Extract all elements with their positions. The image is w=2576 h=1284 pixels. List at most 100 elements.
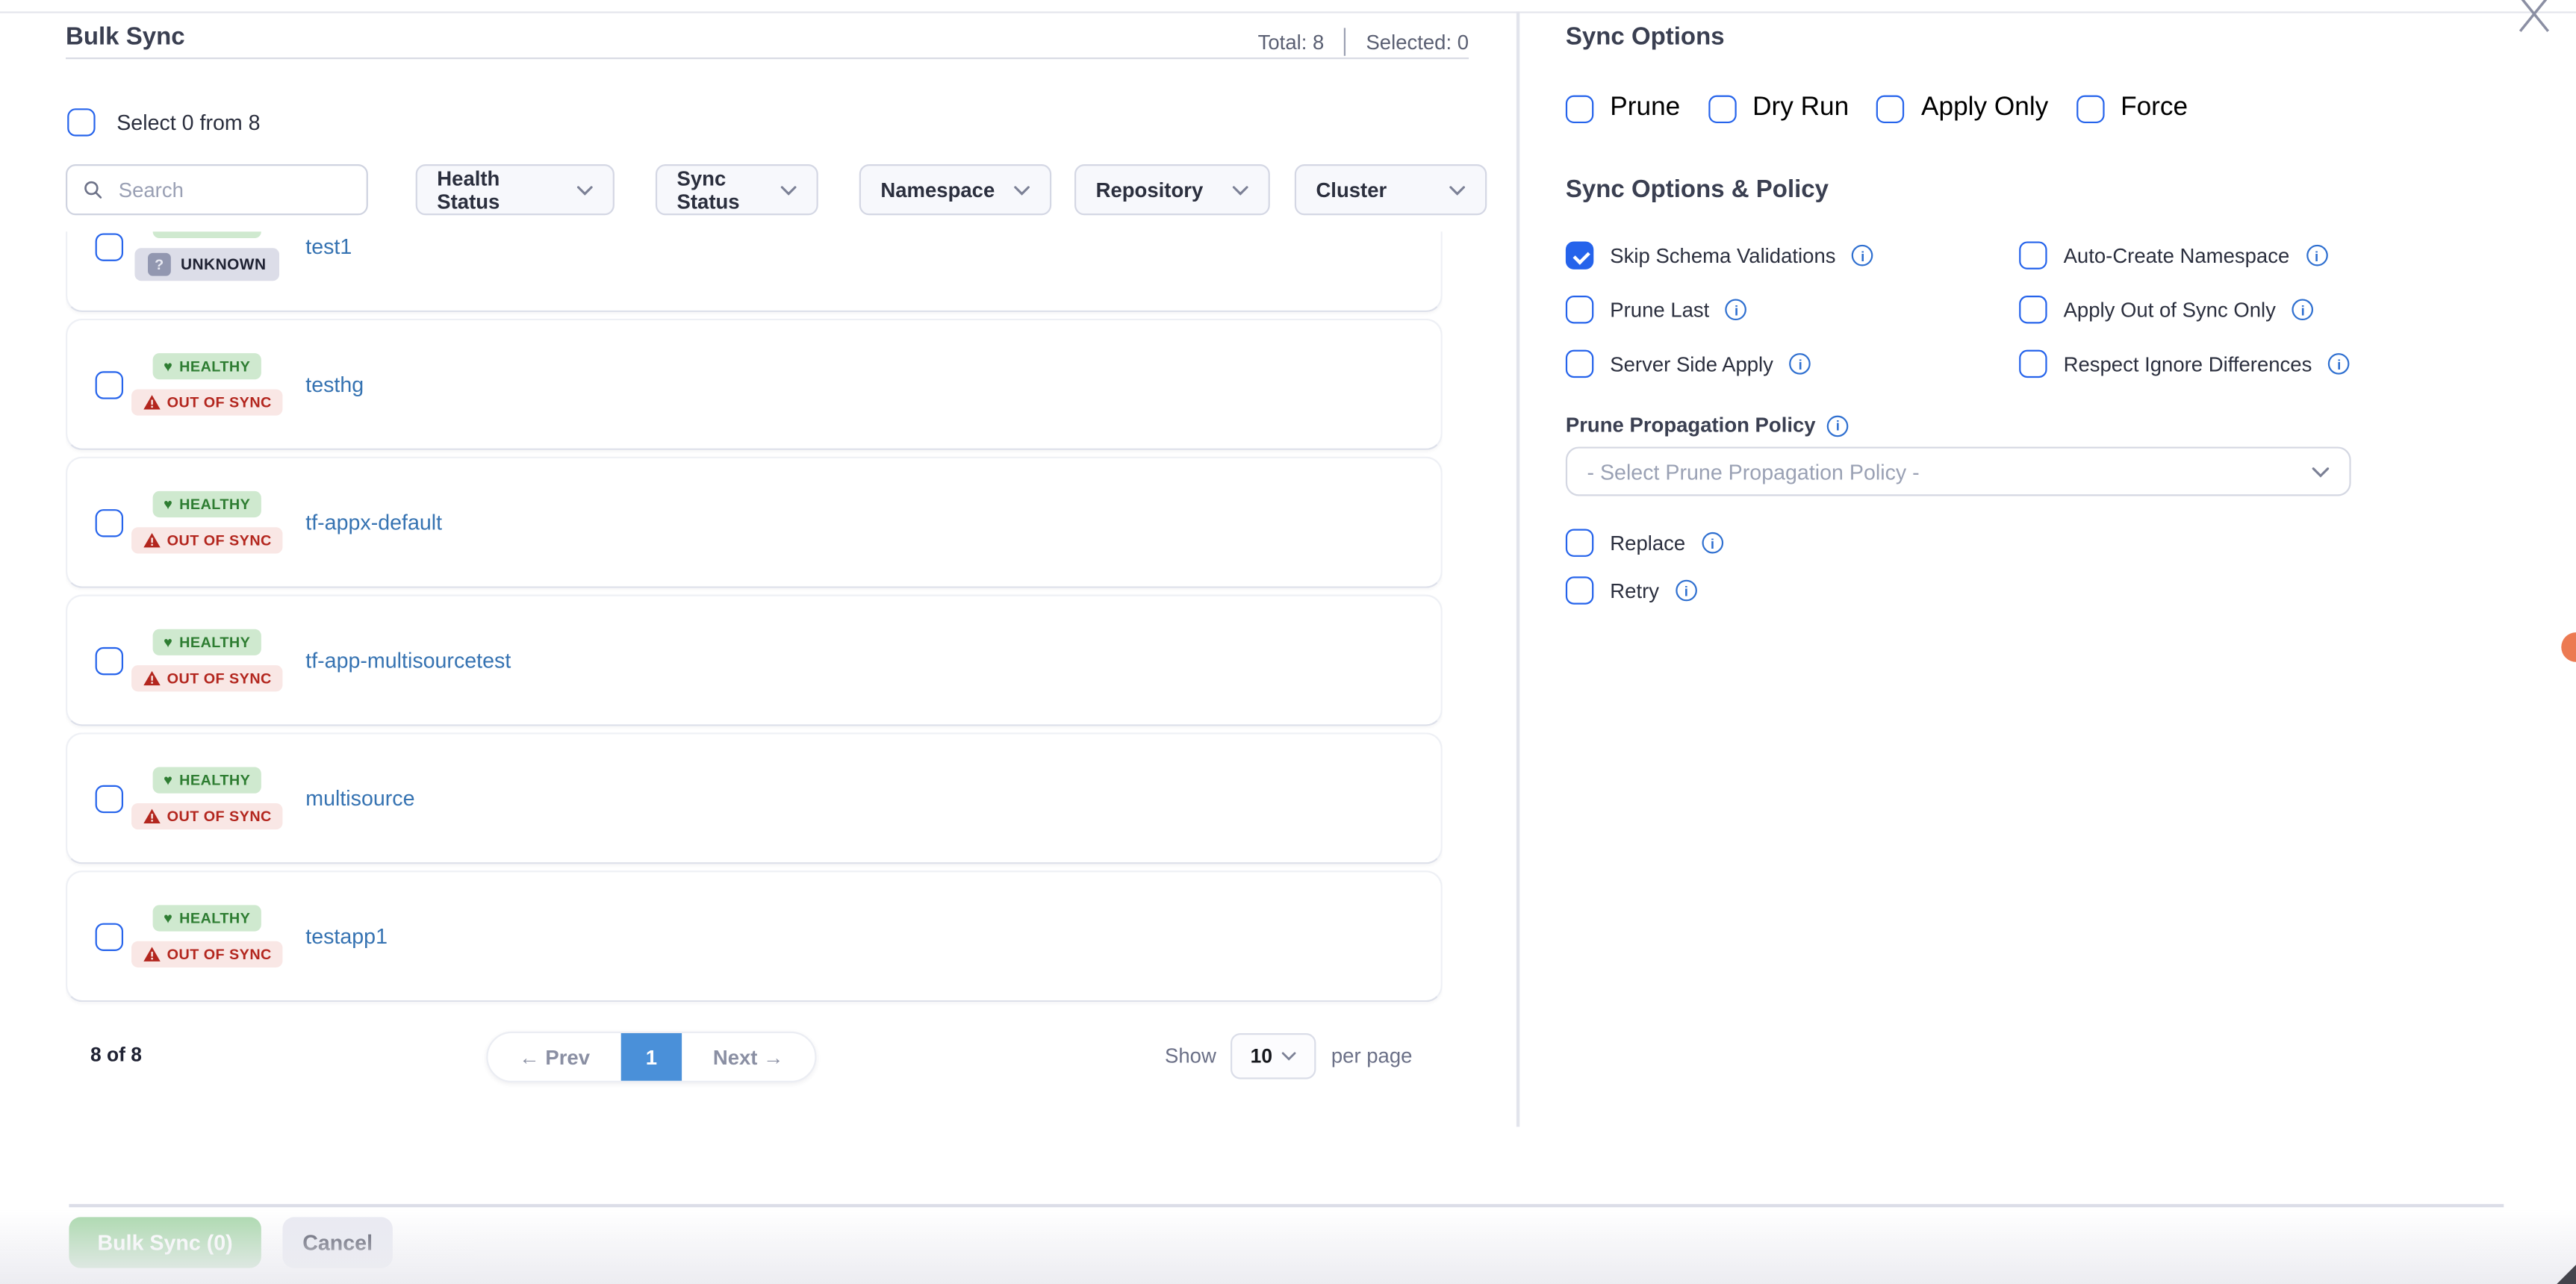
prune-last-checkbox[interactable] xyxy=(1566,296,1593,323)
prune-checkbox[interactable] xyxy=(1566,95,1593,122)
option-force[interactable]: Force xyxy=(2076,93,2188,123)
option-replace[interactable]: Replace xyxy=(1566,529,1723,556)
sync-label: OUT OF SYNC xyxy=(167,808,272,825)
info-icon[interactable] xyxy=(2292,299,2314,320)
cancel-button[interactable]: Cancel xyxy=(282,1217,392,1268)
sync-options-heading: Sync Options xyxy=(1566,23,1725,51)
warning-icon xyxy=(143,394,161,411)
row-checkbox[interactable] xyxy=(96,371,123,399)
sync-options-policy-heading: Sync Options & Policy xyxy=(1566,175,1829,203)
option-label: Retry xyxy=(1610,579,1659,602)
page-size-select[interactable]: 10 xyxy=(1231,1033,1316,1079)
app-name-link[interactable]: testapp1 xyxy=(305,924,388,949)
status-badges: HEALTHY OUT OF SYNC xyxy=(128,735,286,863)
option-label: Server Side Apply xyxy=(1610,352,1773,375)
row-checkbox[interactable] xyxy=(96,785,123,813)
info-icon[interactable] xyxy=(1852,245,1873,267)
search-input[interactable] xyxy=(115,177,349,203)
apply-out-of-sync-only-checkbox[interactable] xyxy=(2019,296,2047,323)
app-row-test1[interactable]: HEALTHY UNKNOWN test1 xyxy=(66,231,1443,312)
chevron-down-icon xyxy=(1449,185,1466,195)
option-auto-create-namespace[interactable]: Auto-Create Namespace xyxy=(2019,241,2327,269)
select-all-row: Select 0 from 8 xyxy=(67,108,260,136)
info-icon[interactable] xyxy=(1702,532,1723,554)
prune-propagation-policy-select[interactable]: - Select Prune Propagation Policy - xyxy=(1566,446,2351,496)
app-name-link[interactable]: tf-appx-default xyxy=(305,510,442,535)
option-prune[interactable]: Prune xyxy=(1566,93,1680,123)
option-label: Prune Last xyxy=(1610,298,1709,321)
next-page-button[interactable]: Next xyxy=(682,1045,815,1068)
app-name-link[interactable]: multisource xyxy=(305,786,414,811)
option-dry-run[interactable]: Dry Run xyxy=(1708,93,1849,123)
row-checkbox[interactable] xyxy=(96,233,123,261)
warning-icon xyxy=(143,532,161,549)
bulk-sync-button[interactable]: Bulk Sync (0) xyxy=(69,1217,261,1268)
option-server-side-apply[interactable]: Server Side Apply xyxy=(1566,350,1811,378)
skip-schema-validations-checkbox[interactable] xyxy=(1566,241,1593,269)
health-status-badge: HEALTHY xyxy=(152,767,262,794)
health-label: HEALTHY xyxy=(179,772,250,788)
respect-ignore-differences-checkbox[interactable] xyxy=(2019,350,2047,378)
health-label: HEALTHY xyxy=(179,910,250,926)
page-1-button[interactable]: 1 xyxy=(621,1032,682,1082)
status-badges: HEALTHY OUT OF SYNC xyxy=(128,458,286,587)
prune-propagation-policy-label-row: Prune Propagation Policy xyxy=(1566,414,1849,437)
option-prune-last[interactable]: Prune Last xyxy=(1566,296,1747,323)
sync-status-badge: OUT OF SYNC xyxy=(131,527,283,553)
dry-run-checkbox[interactable] xyxy=(1708,95,1736,122)
option-apply-out-of-sync-only[interactable]: Apply Out of Sync Only xyxy=(2019,296,2313,323)
app-row-tf-appx-default[interactable]: HEALTHY OUT OF SYNC tf-appx-default xyxy=(66,457,1443,588)
filter-sync-status[interactable]: Sync Status xyxy=(656,164,818,215)
filter-namespace[interactable]: Namespace xyxy=(859,164,1051,215)
total-count: Total: 8 xyxy=(1258,31,1325,54)
option-respect-ignore-differences[interactable]: Respect Ignore Differences xyxy=(2019,350,2350,378)
info-icon[interactable] xyxy=(2306,245,2327,267)
app-row-multisource[interactable]: HEALTHY OUT OF SYNC multisource xyxy=(66,732,1443,864)
page-size-control: Show 10 per page xyxy=(1165,1033,1412,1079)
info-icon[interactable] xyxy=(1827,415,1849,437)
server-side-apply-checkbox[interactable] xyxy=(1566,350,1593,378)
option-apply-only[interactable]: Apply Only xyxy=(1877,93,2049,123)
sync-label: UNKNOWN xyxy=(181,255,267,273)
retry-checkbox[interactable] xyxy=(1566,576,1593,604)
info-icon[interactable] xyxy=(2328,353,2350,375)
filter-cluster[interactable]: Cluster xyxy=(1295,164,1487,215)
row-checkbox[interactable] xyxy=(96,509,123,537)
select-placeholder: - Select Prune Propagation Policy - xyxy=(1587,459,1919,484)
status-badges: HEALTHY OUT OF SYNC xyxy=(128,596,286,725)
auto-create-namespace-checkbox[interactable] xyxy=(2019,241,2047,269)
app-name-link[interactable]: tf-app-multisourcetest xyxy=(305,648,511,673)
heart-icon xyxy=(164,772,172,788)
chevron-down-icon xyxy=(576,185,593,195)
info-icon[interactable] xyxy=(1790,353,1811,375)
option-skip-schema-validations[interactable]: Skip Schema Validations xyxy=(1566,241,1873,269)
notification-dot[interactable] xyxy=(2561,632,2576,662)
option-label: Auto-Create Namespace xyxy=(2064,244,2290,267)
select-all-checkbox[interactable] xyxy=(67,108,95,136)
filter-label: Cluster xyxy=(1316,178,1387,202)
force-checkbox[interactable] xyxy=(2076,95,2104,122)
app-row-testapp1[interactable]: HEALTHY OUT OF SYNC testapp1 xyxy=(66,870,1443,1002)
info-icon[interactable] xyxy=(1676,580,1697,602)
apply-only-checkbox[interactable] xyxy=(1877,95,1905,122)
sync-label: OUT OF SYNC xyxy=(167,394,272,411)
app-row-tf-app-multisourcetest[interactable]: HEALTHY OUT OF SYNC tf-app-multisourcete… xyxy=(66,595,1443,726)
row-checkbox[interactable] xyxy=(96,923,123,951)
sync-label: OUT OF SYNC xyxy=(167,946,272,962)
row-checkbox[interactable] xyxy=(96,647,123,675)
filter-health-status[interactable]: Health Status xyxy=(416,164,615,215)
filter-label: Namespace xyxy=(880,178,995,202)
close-icon[interactable] xyxy=(2513,0,2556,34)
filter-repository[interactable]: Repository xyxy=(1074,164,1270,215)
info-icon[interactable] xyxy=(1726,299,1747,320)
prev-page-button[interactable]: Prev xyxy=(488,1045,620,1068)
sync-label: OUT OF SYNC xyxy=(167,532,272,549)
search-icon xyxy=(84,179,102,201)
app-name-link[interactable]: testhg xyxy=(305,372,364,396)
app-name-link[interactable]: test1 xyxy=(305,234,352,259)
result-count: 8 of 8 xyxy=(90,1043,142,1066)
replace-checkbox[interactable] xyxy=(1566,529,1593,556)
option-retry[interactable]: Retry xyxy=(1566,576,1697,604)
app-row-testhg[interactable]: HEALTHY OUT OF SYNC testhg xyxy=(66,319,1443,450)
status-badges: HEALTHY OUT OF SYNC xyxy=(128,320,286,449)
